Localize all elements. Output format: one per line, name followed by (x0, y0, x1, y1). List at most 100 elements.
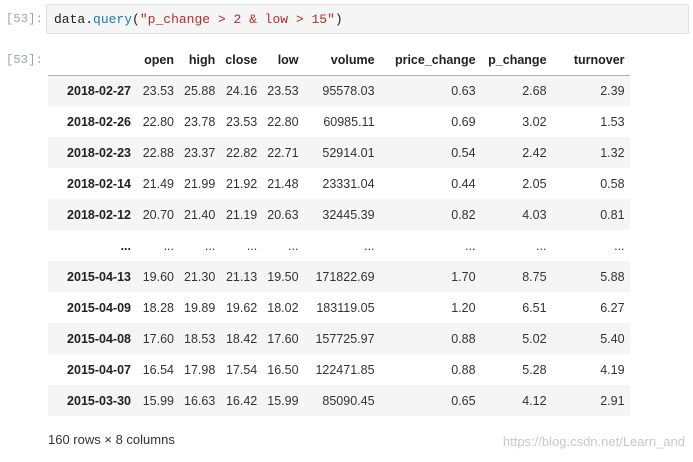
table-cell: 4.19 (600, 362, 625, 377)
table-cell: ... (246, 238, 258, 253)
table-cell: 2.39 (600, 83, 625, 98)
table-cell: 23.53 (142, 83, 174, 98)
row-index-label: 2015-03-30 (67, 393, 131, 408)
table-row: ........................... (48, 230, 630, 261)
table-row: 2015-04-13 19.60 21.30 21.13 19.50 171822.69 1… (48, 261, 630, 292)
table-row: 2015-04-09 18.28 19.89 19.62 18.02 183119.05 1… (48, 292, 630, 323)
table-cell: 22.82 (225, 145, 258, 160)
table-cell: ... (163, 238, 174, 253)
table-cell: 20.70 (142, 207, 174, 222)
dataframe-output: open high close low volume price_change p_chan… (48, 46, 630, 416)
watermark: https://blog.csdn.net/Learn_and (502, 434, 685, 449)
table-cell: 0.88 (451, 331, 476, 346)
table-cell: 22.80 (267, 114, 299, 129)
table-cell: 25.88 (184, 83, 216, 98)
table-cell: 16.42 (225, 393, 258, 408)
table-cell: 0.63 (451, 83, 476, 98)
table-cell: 2.68 (522, 83, 547, 98)
row-index-label: 2018-02-26 (67, 114, 131, 129)
table-cell: 21.92 (225, 176, 258, 191)
table-cell: 21.40 (184, 207, 216, 222)
row-index-label: 2018-02-23 (67, 145, 131, 160)
table-header-row: open high close low volume price_change p_chan… (48, 46, 630, 76)
table-row: 2018-02-23 22.88 23.37 22.82 22.71 52914.01 0.… (48, 137, 630, 168)
table-cell: 85090.45 (322, 393, 375, 408)
table-cell: 1.20 (451, 300, 476, 315)
table-body: 2018-02-27 23.53 25.88 24.16 23.53 95578.03 0.… (48, 75, 630, 416)
row-index-label: 2018-02-12 (67, 207, 131, 222)
row-index-label: 2015-04-09 (67, 300, 131, 315)
table-cell: 3.02 (522, 114, 547, 129)
table-cell: ... (288, 238, 299, 253)
row-index-label: 2018-02-27 (67, 83, 131, 98)
table-cell: 23.53 (267, 83, 299, 98)
table-cell: 23.78 (184, 114, 216, 129)
code-dot: . (85, 12, 94, 27)
table-cell: 1.32 (600, 145, 625, 160)
table-cell: 19.50 (267, 269, 299, 284)
table-cell: 19.89 (184, 300, 216, 315)
table-cell: 18.53 (184, 331, 216, 346)
row-index-label: 2018-02-14 (67, 176, 131, 191)
table-cell: 0.44 (451, 176, 476, 191)
table-row: 2018-02-14 21.49 21.99 21.92 21.48 23331.04 0.… (48, 168, 630, 199)
table-cell: 21.19 (225, 207, 258, 222)
table-cell: 0.54 (451, 145, 476, 160)
code-line: data.query("p_change > 2 & low > 15") (54, 12, 343, 27)
table-cell: 16.63 (184, 393, 216, 408)
table-cell: 19.60 (142, 269, 174, 284)
table-cell: 5.28 (522, 362, 547, 377)
table-cell: 60985.11 (323, 114, 375, 129)
table-cell: 18.02 (267, 300, 299, 315)
code-query-string: "p_change > 2 & low > 15" (139, 12, 335, 27)
table-cell: 15.99 (267, 393, 299, 408)
table-cell: 0.81 (600, 207, 625, 222)
table-cell: 0.88 (451, 362, 476, 377)
column-header: volume (303, 46, 380, 76)
column-header: turnover (551, 46, 630, 76)
table-cell: 19.62 (225, 300, 258, 315)
table-cell: ... (364, 238, 375, 253)
table-cell: 32445.39 (322, 207, 375, 222)
table-row: 2018-02-27 23.53 25.88 24.16 23.53 95578.03 0.… (48, 75, 630, 106)
code-method: query (93, 12, 133, 27)
table-cell: ... (204, 238, 216, 253)
table-row: 2018-02-26 22.80 23.78 23.53 22.80 60985.11 0.… (48, 106, 630, 137)
table-cell: 22.80 (142, 114, 174, 129)
table-cell: 15.99 (142, 393, 174, 408)
table-cell: 16.50 (267, 362, 299, 377)
table-cell: 5.88 (600, 269, 625, 284)
code-object: data (54, 12, 86, 27)
row-index-label: 2015-04-07 (67, 362, 131, 377)
table-cell: 0.65 (451, 393, 476, 408)
table-cell: ... (465, 238, 476, 253)
table-cell: 17.60 (267, 331, 299, 346)
table-cell: 23331.04 (322, 176, 375, 191)
table-cell: 0.82 (451, 207, 476, 222)
table-cell: 52914.01 (322, 145, 375, 160)
table-cell: 122471.85 (315, 362, 375, 377)
table-cell: 21.49 (142, 176, 174, 191)
table-cell: ... (536, 238, 547, 253)
output-prompt: [53]: (6, 53, 44, 67)
table-cell: ... (614, 238, 625, 253)
table-cell: 17.60 (142, 331, 174, 346)
table-cell: 21.13 (225, 269, 258, 284)
table-cell: 0.58 (600, 176, 625, 191)
table-row: 2018-02-12 20.70 21.40 21.19 20.63 32445.39 0.… (48, 199, 630, 230)
row-count-summary: 160 rows × 8 columns (48, 432, 175, 447)
table-cell: 16.54 (142, 362, 174, 377)
table-cell: 95578.03 (322, 83, 375, 98)
table-cell: 22.71 (267, 145, 299, 160)
table-cell: 5.02 (522, 331, 547, 346)
code-close-paren: ) (334, 12, 343, 27)
column-header: p_change (480, 46, 552, 76)
table-cell: 17.98 (184, 362, 216, 377)
table-cell: 21.30 (184, 269, 216, 284)
table-cell: 0.69 (451, 114, 476, 129)
table-cell: 23.53 (225, 114, 258, 129)
table-cell: 1.70 (451, 269, 476, 284)
table-cell: 18.28 (142, 300, 174, 315)
input-prompt: [53]: (6, 12, 44, 26)
code-input-cell[interactable]: data.query("p_change > 2 & low > 15") (46, 4, 689, 34)
